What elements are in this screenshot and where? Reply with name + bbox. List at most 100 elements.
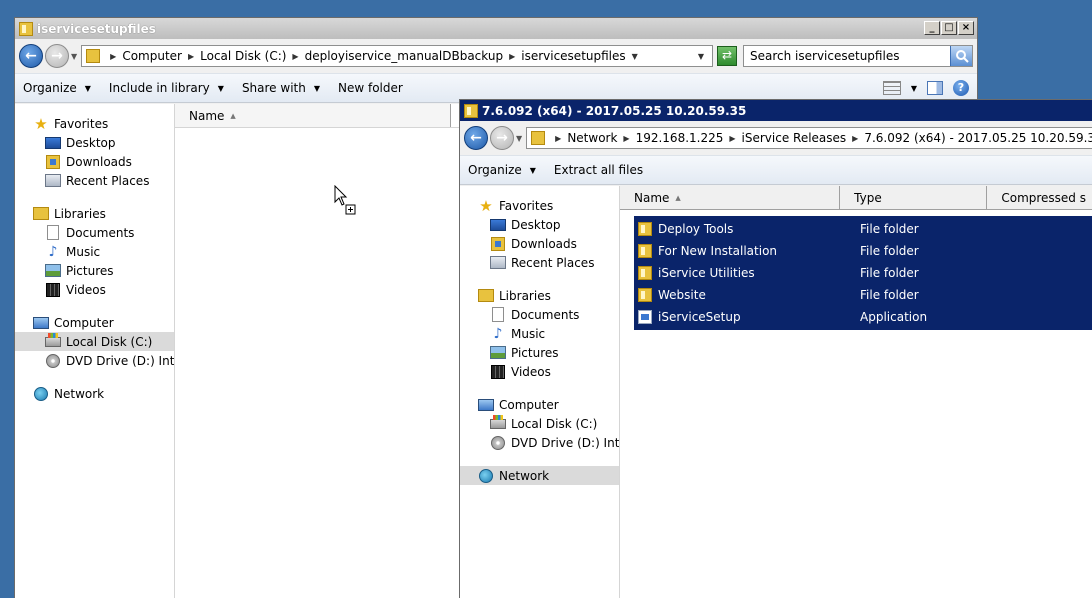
chevron-right-icon[interactable]: ▶ bbox=[852, 134, 858, 143]
column-header-name[interactable]: Name ▲ bbox=[620, 186, 841, 209]
nav-pictures[interactable]: Pictures bbox=[460, 343, 619, 362]
new-folder-button[interactable]: New folder bbox=[338, 81, 403, 95]
chevron-right-icon[interactable]: ▶ bbox=[292, 52, 298, 61]
folder-icon bbox=[638, 266, 652, 280]
organize-menu[interactable]: Organize ▼ bbox=[23, 81, 91, 95]
address-dropdown-button[interactable]: ▼ bbox=[694, 52, 708, 61]
file-row-iservice-utilities[interactable]: iService Utilities File folder bbox=[634, 262, 1092, 284]
nav-libraries[interactable]: Libraries bbox=[15, 204, 174, 223]
sort-ascending-icon: ▲ bbox=[675, 193, 681, 202]
nav-downloads[interactable]: Downloads bbox=[460, 234, 619, 253]
file-row-website[interactable]: Website File folder bbox=[634, 284, 1092, 306]
organize-menu[interactable]: Organize ▼ bbox=[468, 163, 536, 177]
refresh-button[interactable]: ⇄ bbox=[717, 46, 737, 66]
preview-pane-icon[interactable] bbox=[927, 81, 943, 95]
close-button[interactable]: × bbox=[958, 21, 974, 35]
breadcrumb-computer[interactable]: Computer bbox=[122, 49, 182, 63]
nav-pictures[interactable]: Pictures bbox=[15, 261, 174, 280]
nav-music[interactable]: ♪ Music bbox=[15, 242, 174, 261]
title-bar[interactable]: 7.6.092 (x64) - 2017.05.25 10.20.59.35 bbox=[460, 100, 1092, 121]
nav-computer[interactable]: Computer bbox=[15, 313, 174, 332]
breadcrumb-ip[interactable]: 192.168.1.225 bbox=[636, 131, 724, 145]
nav-dvd-drive[interactable]: DVD Drive (D:) Integra bbox=[15, 351, 174, 370]
nav-desktop[interactable]: Desktop bbox=[460, 215, 619, 234]
recent-pages-dropdown[interactable]: ▼ bbox=[71, 52, 77, 61]
chevron-right-icon[interactable]: ▶ bbox=[623, 134, 629, 143]
column-header-compressed-size[interactable]: Compressed s bbox=[987, 186, 1092, 209]
chevron-right-icon[interactable]: ▶ bbox=[110, 52, 116, 61]
breadcrumb-local-disk[interactable]: Local Disk (C:) bbox=[200, 49, 286, 63]
nav-music[interactable]: ♪ Music bbox=[460, 324, 619, 343]
nav-label: Computer bbox=[499, 397, 559, 412]
nav-videos[interactable]: Videos bbox=[460, 362, 619, 381]
back-button[interactable]: ← bbox=[464, 126, 488, 150]
help-icon[interactable]: ? bbox=[953, 80, 969, 96]
nav-computer[interactable]: Computer bbox=[460, 395, 619, 414]
chevron-right-icon[interactable]: ▶ bbox=[555, 134, 561, 143]
maximize-button[interactable]: □ bbox=[941, 21, 957, 35]
nav-recent-places[interactable]: Recent Places bbox=[460, 253, 619, 272]
explorer-window-release[interactable]: 7.6.092 (x64) - 2017.05.25 10.20.59.35 ←… bbox=[459, 99, 1092, 598]
search-input[interactable]: Search iservicesetupfiles bbox=[743, 45, 973, 67]
recent-pages-dropdown[interactable]: ▼ bbox=[516, 134, 522, 143]
address-box[interactable]: ▶ Network ▶ 192.168.1.225 ▶ iService Rel… bbox=[526, 127, 1092, 149]
forward-button[interactable]: → bbox=[45, 44, 69, 68]
nav-videos[interactable]: Videos bbox=[15, 280, 174, 299]
file-name: Website bbox=[658, 288, 706, 302]
nav-libraries[interactable]: Libraries bbox=[460, 286, 619, 305]
breadcrumb-iservice-releases[interactable]: iService Releases bbox=[742, 131, 847, 145]
chevron-down-icon: ▼ bbox=[529, 165, 536, 175]
file-row-for-new-installation[interactable]: For New Installation File folder bbox=[634, 240, 1092, 262]
file-type: File folder bbox=[860, 266, 919, 280]
minimize-button[interactable]: _ bbox=[924, 21, 940, 35]
navigation-pane[interactable]: ★ Favorites Desktop Downloads Recent Plac… bbox=[15, 104, 175, 598]
breadcrumb-network[interactable]: Network bbox=[567, 131, 617, 145]
nav-label: Videos bbox=[511, 364, 551, 379]
nav-network[interactable]: Network bbox=[15, 384, 174, 403]
breadcrumb-iservicesetupfiles[interactable]: iservicesetupfiles bbox=[521, 49, 625, 63]
include-in-library-menu[interactable]: Include in library ▼ bbox=[109, 81, 224, 95]
nav-favorites[interactable]: ★ Favorites bbox=[460, 196, 619, 215]
nav-network[interactable]: Network bbox=[460, 466, 619, 485]
nav-local-disk[interactable]: Local Disk (C:) bbox=[460, 414, 619, 433]
chevron-right-icon[interactable]: ▶ bbox=[729, 134, 735, 143]
title-bar[interactable]: iservicesetupfiles _ □ × bbox=[15, 18, 977, 39]
file-row-iservicesetup[interactable]: iServiceSetup Application bbox=[634, 306, 1092, 328]
column-label: Compressed s bbox=[1001, 190, 1086, 205]
column-label: Name bbox=[189, 108, 225, 123]
nav-local-disk[interactable]: Local Disk (C:) bbox=[15, 332, 174, 351]
file-type: File folder bbox=[860, 288, 919, 302]
column-header-type[interactable]: Type bbox=[840, 186, 988, 209]
file-row-deploy-tools[interactable]: Deploy Tools File folder bbox=[634, 218, 1092, 240]
nav-label: DVD Drive (D:) Integra bbox=[511, 435, 619, 450]
chevron-right-icon[interactable]: ▶ bbox=[509, 52, 515, 61]
organize-label: Organize bbox=[23, 81, 77, 95]
nav-documents[interactable]: Documents bbox=[460, 305, 619, 324]
change-view-icon[interactable] bbox=[882, 81, 901, 95]
recent-places-icon bbox=[45, 174, 61, 187]
nav-dvd-drive[interactable]: DVD Drive (D:) Integra bbox=[460, 433, 619, 452]
nav-downloads[interactable]: Downloads bbox=[15, 152, 174, 171]
nav-documents[interactable]: Documents bbox=[15, 223, 174, 242]
chevron-right-icon[interactable]: ▶ bbox=[188, 52, 194, 61]
column-header-name[interactable]: Name ▲ bbox=[175, 104, 451, 127]
navigation-pane[interactable]: ★ Favorites Desktop Downloads Recent Plac… bbox=[460, 186, 620, 598]
pictures-icon bbox=[490, 346, 506, 359]
share-with-menu[interactable]: Share with ▼ bbox=[242, 81, 320, 95]
address-box[interactable]: ▶ Computer ▶ Local Disk (C:) ▶ deployise… bbox=[81, 45, 713, 67]
command-bar: Organize ▼ Extract all files bbox=[460, 155, 1092, 185]
zip-folder-icon bbox=[531, 131, 546, 145]
file-list-area[interactable]: Name ▲ Type Compressed s Deploy Tools Fil… bbox=[620, 186, 1092, 598]
nav-desktop[interactable]: Desktop bbox=[15, 133, 174, 152]
chevron-down-icon[interactable]: ▼ bbox=[911, 84, 917, 93]
back-button[interactable]: ← bbox=[19, 44, 43, 68]
nav-recent-places[interactable]: Recent Places bbox=[15, 171, 174, 190]
breadcrumb-deployiservice[interactable]: deployiservice_manualDBbackup bbox=[305, 49, 504, 63]
breadcrumb-release[interactable]: 7.6.092 (x64) - 2017.05.25 10.20.59.35 bbox=[864, 131, 1092, 145]
address-bar-row: ← → ▼ ▶ Network ▶ 192.168.1.225 ▶ iServi… bbox=[460, 121, 1092, 155]
forward-button[interactable]: → bbox=[490, 126, 514, 150]
nav-favorites[interactable]: ★ Favorites bbox=[15, 114, 174, 133]
search-button[interactable] bbox=[950, 46, 972, 66]
chevron-down-icon[interactable]: ▼ bbox=[632, 52, 638, 61]
extract-all-files-button[interactable]: Extract all files bbox=[554, 163, 643, 177]
